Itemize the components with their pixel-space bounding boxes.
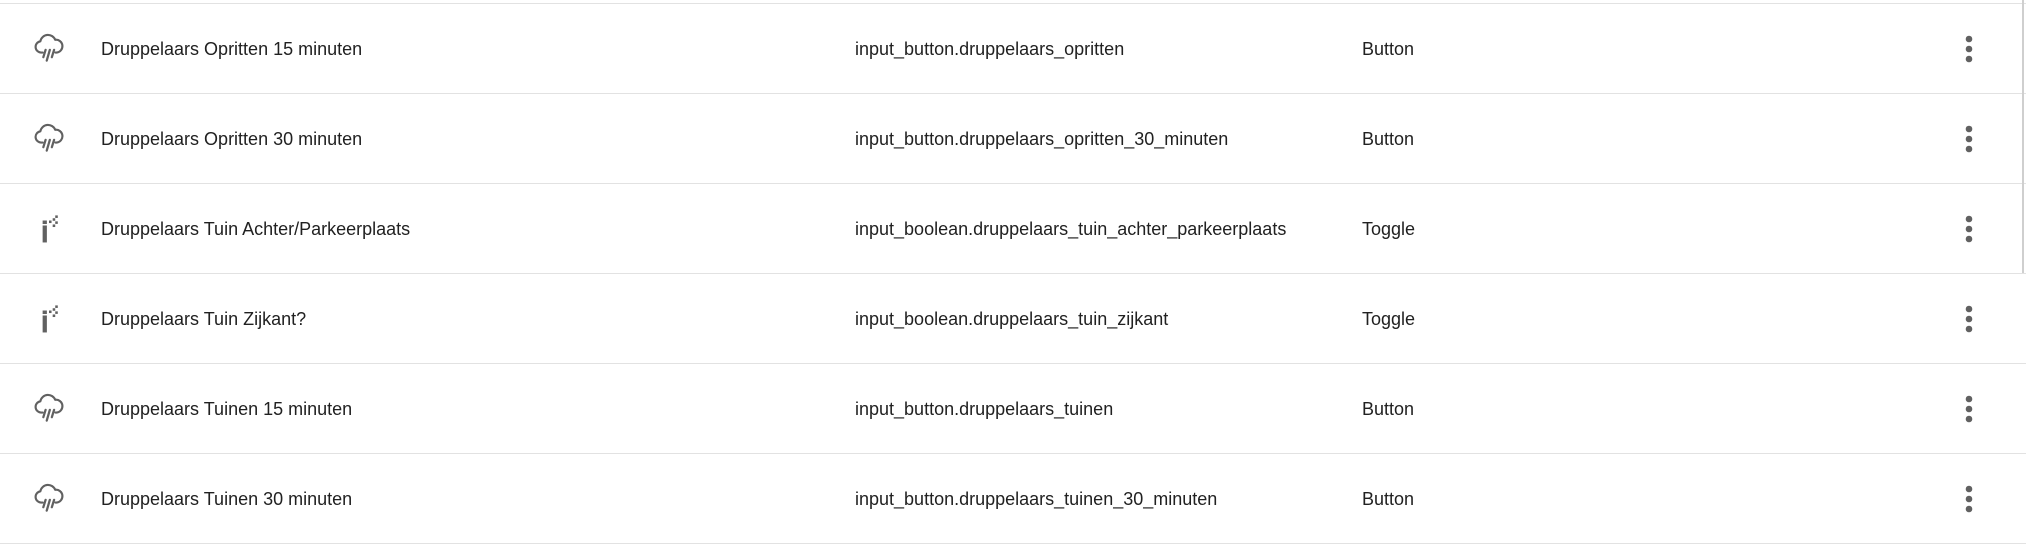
helper-type: Button xyxy=(1362,129,1415,149)
overflow-menu-button[interactable] xyxy=(1945,25,1993,73)
overflow-menu-button[interactable] xyxy=(1945,205,1993,253)
sprinkler-icon xyxy=(42,305,58,333)
table-row[interactable]: Druppelaars Opritten 30 minuten input_bu… xyxy=(0,94,2026,184)
table-row[interactable]: Druppelaars Tuinen 15 minuten input_butt… xyxy=(0,364,2026,454)
helper-type: Button xyxy=(1362,489,1415,509)
entity-id: input_boolean.druppelaars_tuin_zijkant xyxy=(855,309,1169,329)
dots-vertical-icon xyxy=(1965,485,1973,513)
weather-pouring-icon xyxy=(34,393,64,422)
entity-id: input_button.druppelaars_opritten_30_min… xyxy=(855,129,1229,149)
helper-name: Druppelaars Opritten 15 minuten xyxy=(101,39,363,59)
weather-pouring-icon xyxy=(34,123,64,152)
helper-name: Druppelaars Tuinen 15 minuten xyxy=(101,399,353,419)
sprinkler-icon xyxy=(42,215,58,243)
table-row[interactable]: Druppelaars Tuinen 30 minuten input_butt… xyxy=(0,454,2026,544)
entity-id: input_button.druppelaars_tuinen_30_minut… xyxy=(855,489,1218,509)
table-row[interactable]: Druppelaars Opritten 15 minuten input_bu… xyxy=(0,4,2026,94)
dots-vertical-icon xyxy=(1965,305,1973,333)
helper-type: Toggle xyxy=(1362,309,1416,329)
dots-vertical-icon xyxy=(1965,215,1973,243)
overflow-menu-button[interactable] xyxy=(1945,385,1993,433)
table-row[interactable]: Druppelaars Tuin Zijkant? input_boolean.… xyxy=(0,274,2026,364)
dots-vertical-icon xyxy=(1965,35,1973,63)
overflow-menu-button[interactable] xyxy=(1945,475,1993,523)
weather-pouring-icon xyxy=(34,483,64,512)
entity-id: input_boolean.druppelaars_tuin_achter_pa… xyxy=(855,219,1287,239)
dots-vertical-icon xyxy=(1965,125,1973,153)
helper-name: Druppelaars Tuin Zijkant? xyxy=(101,309,307,329)
scrollbar[interactable] xyxy=(2022,0,2024,273)
helper-type: Toggle xyxy=(1362,219,1416,239)
helpers-table: Druppelaars Opritten 15 minuten input_bu… xyxy=(0,0,2026,544)
dots-vertical-icon xyxy=(1965,395,1973,423)
overflow-menu-button[interactable] xyxy=(1945,115,1993,163)
helper-type: Button xyxy=(1362,39,1415,59)
overflow-menu-button[interactable] xyxy=(1945,295,1993,343)
entity-id: input_button.druppelaars_tuinen xyxy=(855,399,1114,419)
weather-pouring-icon xyxy=(34,33,64,62)
helper-name: Druppelaars Tuin Achter/Parkeerplaats xyxy=(101,219,411,239)
table-row[interactable]: Druppelaars Tuin Achter/Parkeerplaats in… xyxy=(0,184,2026,274)
helper-type: Button xyxy=(1362,399,1415,419)
helper-name: Druppelaars Tuinen 30 minuten xyxy=(101,489,353,509)
helper-name: Druppelaars Opritten 30 minuten xyxy=(101,129,363,149)
entity-id: input_button.druppelaars_opritten xyxy=(855,39,1125,59)
